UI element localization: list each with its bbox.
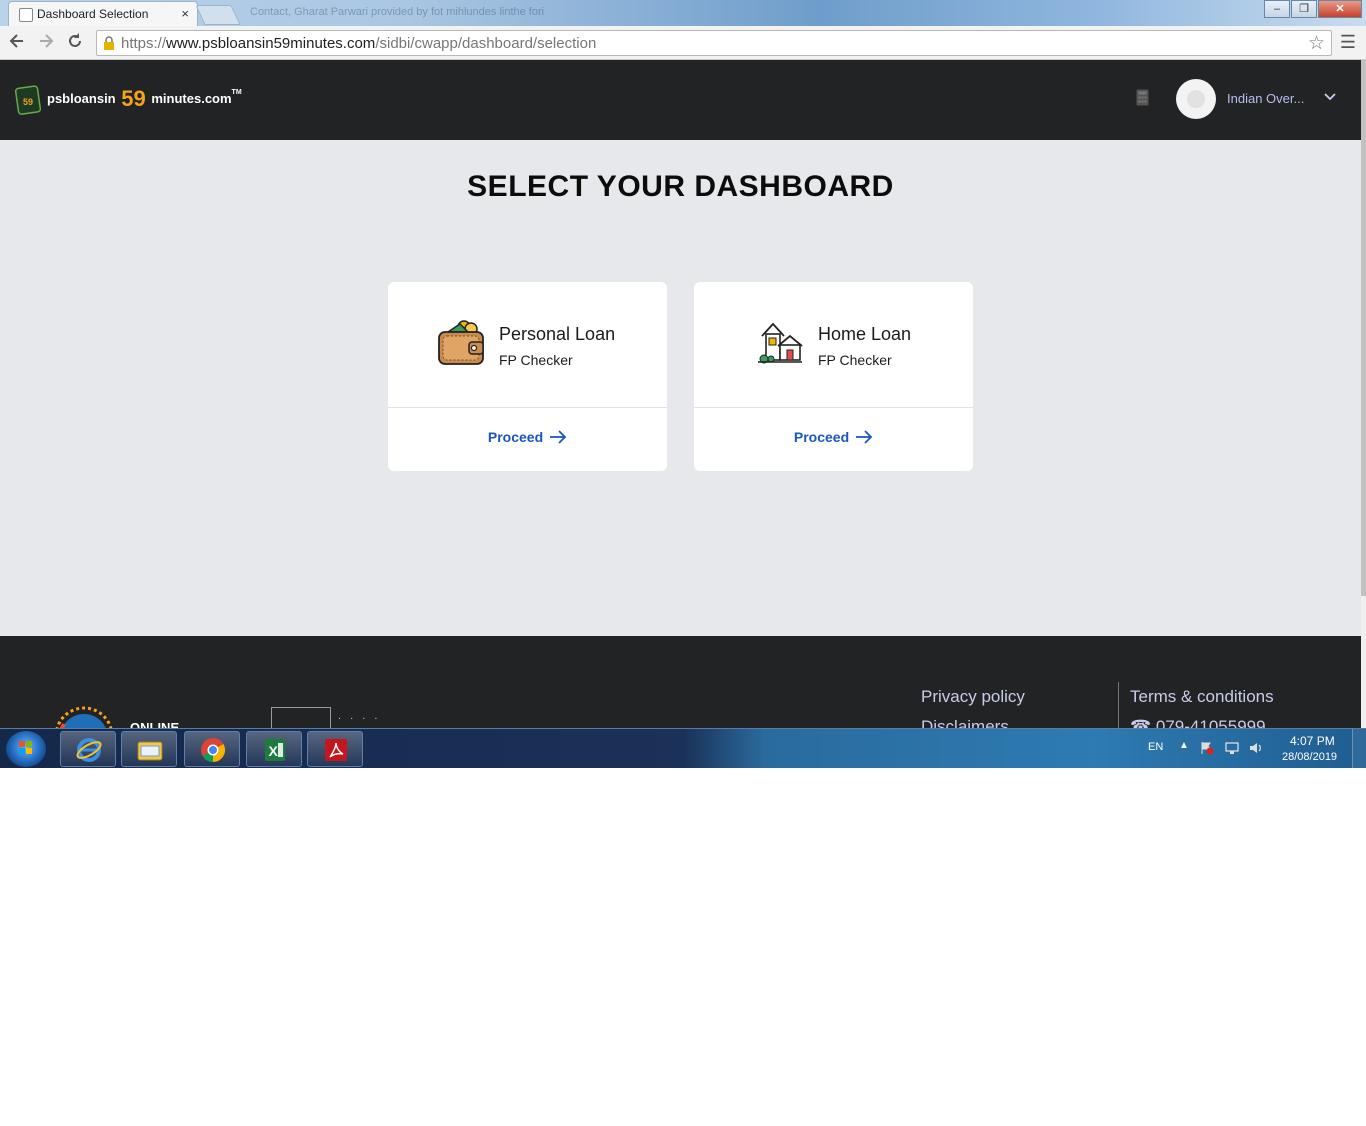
acrobat-icon xyxy=(325,739,347,761)
internet-explorer-icon xyxy=(76,738,102,762)
logo-number: 59 xyxy=(121,86,146,111)
screen: Dashboard Selection × Contact, Gharat Pa… xyxy=(0,0,1366,768)
action-center-flag-icon[interactable] xyxy=(1200,741,1214,755)
url-host: www.psbloansin59minutes.com xyxy=(166,35,376,52)
new-tab-button[interactable] xyxy=(195,5,241,25)
restore-window-button[interactable]: ❐ xyxy=(1291,0,1317,18)
windows-taskbar: X EN ▲ 4:07 PM 28/08/2019 xyxy=(0,728,1366,768)
arrow-right-icon xyxy=(550,430,567,444)
arrow-right-icon xyxy=(856,430,873,444)
volume-icon[interactable] xyxy=(1249,741,1263,755)
logo-badge-text: 59 xyxy=(23,97,33,107)
card-subtitle: FP Checker xyxy=(818,352,892,368)
browser-toolbar: https://www.psbloansin59minutes.com/sidb… xyxy=(0,26,1366,60)
footer-logo-icon xyxy=(55,706,113,728)
calculator-icon[interactable] xyxy=(1136,89,1149,106)
scrollbar-thumb[interactable] xyxy=(1361,60,1366,596)
taskbar-acrobat[interactable] xyxy=(307,731,363,767)
forward-arrow-icon[interactable] xyxy=(35,32,57,54)
footer-phone: ☎ 079-41055999 xyxy=(1130,717,1266,728)
tab-title: Dashboard Selection xyxy=(37,7,149,21)
tray-overflow-icon[interactable]: ▲ xyxy=(1179,740,1189,751)
card-body: Personal Loan FP Checker xyxy=(388,282,667,408)
card-subtitle: FP Checker xyxy=(499,352,573,368)
disclaimers-link[interactable]: Disclaimers xyxy=(921,717,1009,728)
taskbar-internet-explorer[interactable] xyxy=(60,731,116,767)
taskbar-file-explorer[interactable] xyxy=(121,731,177,767)
browser-menu-icon[interactable]: ☰ xyxy=(1340,32,1356,53)
minimize-window-button[interactable]: – xyxy=(1264,0,1290,18)
url-text: https://www.psbloansin59minutes.com/sidb… xyxy=(121,35,596,52)
terms-conditions-link[interactable]: Terms & conditions xyxy=(1130,687,1274,707)
logo-prefix: psbloansin xyxy=(47,91,116,106)
proceed-personal-loan-button[interactable]: Proceed xyxy=(388,409,667,471)
address-bar[interactable]: https://www.psbloansin59minutes.com/sidb… xyxy=(96,30,1332,56)
card-title: Personal Loan xyxy=(499,324,616,344)
proceed-home-loan-button[interactable]: Proceed xyxy=(694,409,973,471)
clock-date[interactable]: 28/08/2019 xyxy=(1282,751,1337,763)
bookmark-star-icon[interactable]: ☆ xyxy=(1308,32,1325,55)
user-name[interactable]: Indian Over... xyxy=(1227,91,1304,106)
background-window-text: Contact, Gharat Parwari provided by fot … xyxy=(250,6,545,18)
excel-icon: X xyxy=(265,739,285,761)
windows-logo-icon xyxy=(19,741,32,754)
page-title: SELECT YOUR DASHBOARD xyxy=(467,170,894,203)
browser-tab-strip: Dashboard Selection × Contact, Gharat Pa… xyxy=(0,0,1366,26)
privacy-policy-link[interactable]: Privacy policy xyxy=(921,687,1025,707)
main-content: SELECT YOUR DASHBOARD Personal Loan FP C… xyxy=(0,140,1361,636)
reload-icon[interactable] xyxy=(64,32,86,54)
psb-logo-icon[interactable]: 59 xyxy=(15,84,43,116)
chrome-icon xyxy=(201,738,226,762)
proceed-label: Proceed xyxy=(487,429,544,445)
url-path: /sidbi/cwapp/dashboard/selection xyxy=(375,35,597,52)
footer-online-text: ONLINE xyxy=(130,720,180,728)
file-explorer-icon xyxy=(137,741,163,761)
logo-suffix: minutes.com xyxy=(151,91,232,106)
house-icon xyxy=(758,322,803,364)
browser-tab-active[interactable]: Dashboard Selection × xyxy=(8,1,198,26)
user-avatar[interactable] xyxy=(1176,79,1216,119)
page-scrollbar[interactable] xyxy=(1361,60,1366,728)
broken-image-icon xyxy=(271,707,331,728)
wallet-icon xyxy=(438,320,484,365)
url-scheme: https:// xyxy=(121,35,167,52)
language-indicator[interactable]: EN xyxy=(1148,741,1163,753)
home-loan-card[interactable]: Home Loan FP Checker Proceed xyxy=(694,282,973,471)
card-body: Home Loan FP Checker xyxy=(694,282,973,408)
footer-divider xyxy=(1118,682,1119,728)
logo-trademark: TM xyxy=(231,89,242,96)
tab-close-icon[interactable]: × xyxy=(181,6,189,21)
proceed-label: Proceed xyxy=(793,429,850,445)
page-favicon-icon xyxy=(19,8,33,22)
site-footer: ONLINE . . . . Privacy policy Disclaimer… xyxy=(0,636,1361,728)
card-title: Home Loan xyxy=(818,324,912,344)
close-window-button[interactable]: ✕ xyxy=(1318,0,1362,18)
footer-dots: . . . . xyxy=(338,710,381,722)
network-icon[interactable] xyxy=(1225,741,1239,755)
chevron-down-icon[interactable] xyxy=(1323,90,1337,104)
app-header: 59 psbloansin 59 minutes.comTM Indian Ov… xyxy=(0,60,1361,140)
show-desktop-button[interactable] xyxy=(1352,729,1366,768)
lock-warning-icon xyxy=(104,36,114,50)
taskbar-chrome[interactable] xyxy=(184,731,240,767)
back-arrow-icon[interactable] xyxy=(6,32,28,54)
window-controls: – ❐ ✕ xyxy=(1263,0,1362,18)
svg-text:X: X xyxy=(269,743,279,759)
personal-loan-card[interactable]: Personal Loan FP Checker Proceed xyxy=(388,282,667,471)
site-logo[interactable]: psbloansin 59 minutes.comTM xyxy=(47,86,242,112)
taskbar-excel[interactable]: X xyxy=(246,731,302,767)
start-button[interactable] xyxy=(6,731,46,767)
clock-time[interactable]: 4:07 PM xyxy=(1290,734,1335,748)
